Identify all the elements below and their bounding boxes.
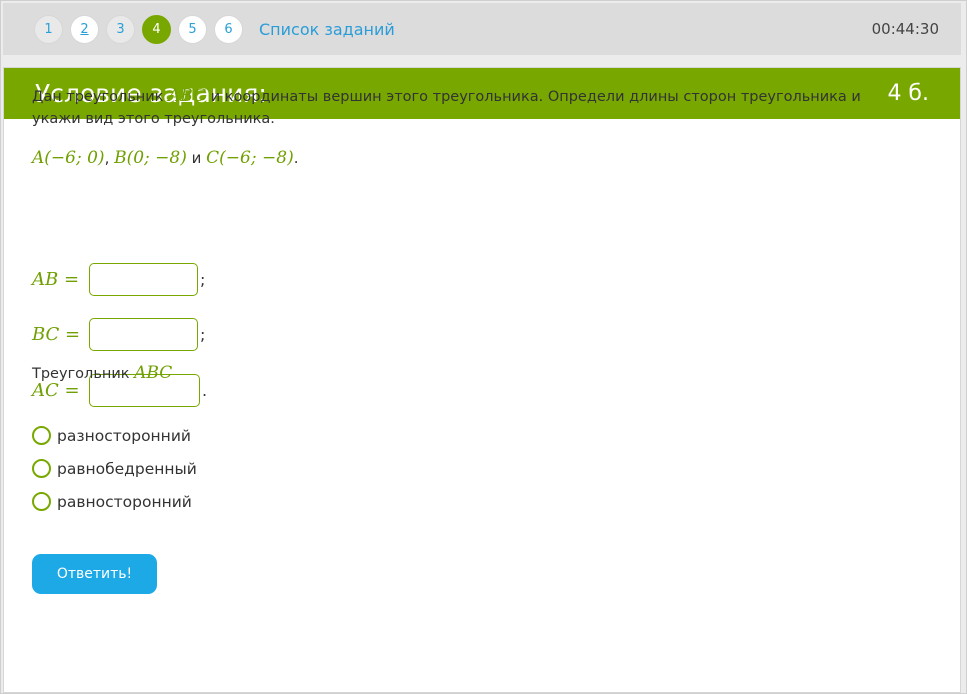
option-equilateral[interactable]: равносторонний — [32, 485, 197, 518]
option-isosceles[interactable]: равнобедренный — [32, 452, 197, 485]
radio-circle-icon[interactable] — [32, 492, 51, 511]
task-number-list: 1 2 3 4 5 6 Список заданий — [34, 15, 395, 44]
task-number-1[interactable]: 1 — [34, 15, 63, 44]
task-navigation-bar: 1 2 3 4 5 6 Список заданий 00:44:30 — [3, 3, 961, 55]
bc-label: BC = — [32, 323, 81, 345]
task-statement-block: Дан треугольник ABC и координаты вершин … — [32, 85, 892, 130]
ab-label: AB = — [32, 268, 80, 290]
bc-input[interactable] — [89, 317, 198, 351]
coords-conjunction: и — [186, 149, 207, 167]
option-equilateral-label[interactable]: равносторонний — [57, 493, 192, 511]
coords-end: . — [293, 149, 299, 167]
statement-triangle-name: ABC — [168, 86, 207, 106]
submit-answer-button[interactable]: Ответить! — [32, 554, 157, 594]
vertex-c-coords: C(−6; −8) — [206, 148, 294, 168]
option-scalene-label[interactable]: разносторонний — [57, 427, 191, 445]
ab-input[interactable] — [89, 262, 198, 296]
task-number-3[interactable]: 3 — [106, 15, 135, 44]
ab-answer-row: AB = ; — [32, 262, 205, 296]
vertex-coordinates: A(−6; 0), B(0; −8) и C(−6; −8). — [32, 148, 298, 168]
triangle-type-options: разносторонний равнобедренный равносторо… — [32, 419, 197, 518]
radio-circle-icon[interactable] — [32, 426, 51, 445]
triangle-question-text: Треугольник — [32, 366, 135, 382]
bc-answer-row: BC = ; — [32, 317, 205, 351]
countdown-timer: 00:44:30 — [871, 20, 939, 38]
page-frame: 1 2 3 4 5 6 Список заданий 00:44:30 Усло… — [0, 0, 967, 694]
vertex-a-coords: A(−6; 0) — [32, 148, 105, 168]
triangle-type-question: Треугольник ABC — [32, 363, 172, 383]
task-number-4-current[interactable]: 4 — [142, 15, 171, 44]
task-list-link[interactable]: Список заданий — [259, 20, 395, 39]
statement-text-start: Дан треугольник — [32, 89, 169, 105]
coords-separator: , — [104, 149, 115, 167]
task-points: 4 б. — [887, 81, 929, 106]
task-number-6[interactable]: 6 — [214, 15, 243, 44]
option-isosceles-label[interactable]: равнобедренный — [57, 460, 197, 478]
bc-punctuation: ; — [200, 324, 206, 344]
ab-punctuation: ; — [200, 269, 206, 289]
ac-punctuation: . — [202, 380, 208, 400]
vertex-b-coords: B(0; −8) — [114, 148, 187, 168]
task-number-2[interactable]: 2 — [70, 15, 99, 44]
option-scalene[interactable]: разносторонний — [32, 419, 197, 452]
task-number-5[interactable]: 5 — [178, 15, 207, 44]
task-statement: Дан треугольник ABC и координаты вершин … — [32, 85, 892, 130]
radio-circle-icon[interactable] — [32, 459, 51, 478]
triangle-question-name: ABC — [134, 363, 173, 383]
